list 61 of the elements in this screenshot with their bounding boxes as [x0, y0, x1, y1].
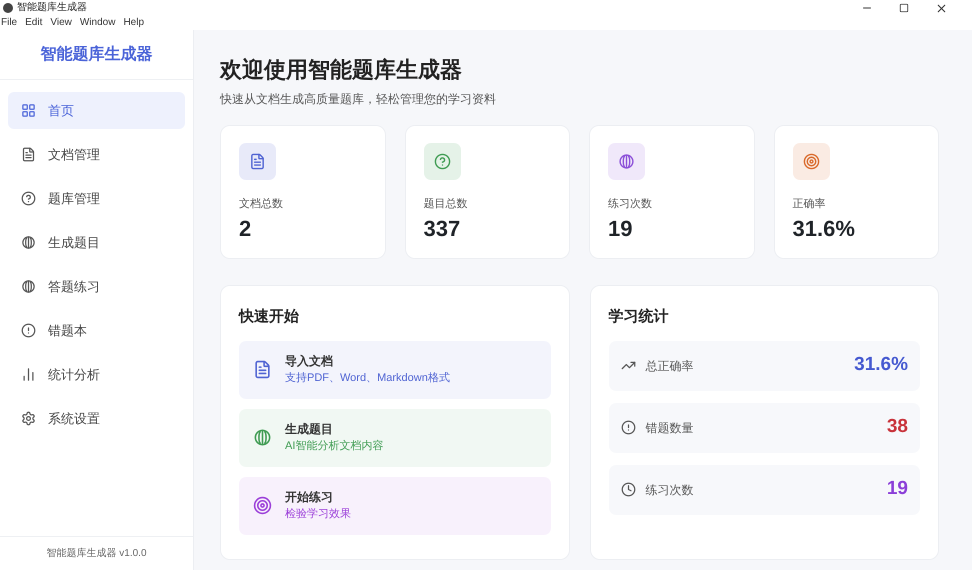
quick-action[interactable]: 开始练习 检验学习效果: [239, 476, 550, 534]
grid-icon: [21, 103, 36, 118]
target-icon: [802, 153, 820, 170]
stat-label: 题目总数: [424, 197, 468, 212]
stat-row-label: 总正确率: [646, 358, 694, 374]
panel-title: 快速开始: [239, 307, 300, 327]
quick-action[interactable]: 导入文档 支持PDF、Word、Markdown格式: [239, 340, 550, 398]
question-icon: [21, 191, 36, 206]
action-subtitle: 检验学习效果: [285, 507, 351, 522]
nav-item[interactable]: 题库管理: [8, 180, 185, 217]
quick-action[interactable]: 生成题目 AI智能分析文档内容: [239, 408, 550, 466]
question-icon: [434, 153, 450, 170]
stat-value: 337: [424, 214, 462, 242]
menu-item[interactable]: Edit: [25, 18, 42, 28]
stat-label: 文档总数: [239, 196, 284, 212]
action-subtitle: 支持PDF、Word、Markdown格式: [285, 371, 450, 386]
page-title: 欢迎使用智能题库生成器: [220, 56, 463, 84]
nav-item[interactable]: 答题练习: [8, 268, 185, 305]
stat-row-value: 31.6%: [854, 353, 908, 378]
stat-value: 19: [608, 214, 634, 242]
stat-label: 正确率: [792, 196, 826, 212]
nav-item[interactable]: 首页: [8, 92, 185, 129]
document-icon: [21, 147, 36, 162]
stat-row-label: 错题数量: [646, 420, 694, 436]
bar-chart-icon: [21, 367, 36, 382]
nav-item[interactable]: 错题本: [8, 312, 185, 349]
nav-item[interactable]: 系统设置: [8, 400, 185, 437]
stat-value: 31.6%: [792, 214, 856, 242]
action-title: 导入文档: [285, 353, 334, 370]
stat-label: 练习次数: [608, 197, 653, 212]
document-icon: [253, 360, 272, 379]
maximize-icon: [899, 3, 909, 13]
clock-icon: [620, 482, 636, 497]
action-title: 生成题目: [285, 421, 334, 438]
version-text: 智能题库生成器 v1.0.0: [46, 546, 147, 561]
settings-icon: [21, 411, 36, 426]
action-title: 开始练习: [285, 489, 334, 506]
sidebar-title: 智能题库生成器: [40, 44, 152, 64]
close-icon: [935, 2, 948, 14]
alert-icon: [21, 323, 36, 338]
stat-value: 2: [239, 214, 252, 242]
stat-row-value: 19: [886, 477, 908, 502]
menu-item[interactable]: View: [50, 18, 72, 28]
close-button[interactable]: [935, 2, 948, 14]
maximize-button[interactable]: [899, 3, 909, 13]
menu-item[interactable]: File: [1, 18, 18, 28]
action-subtitle: AI智能分析文档内容: [285, 438, 384, 454]
document-icon: [249, 153, 266, 170]
nav-item[interactable]: 生成题目: [8, 224, 185, 261]
stat-row-value: 38: [886, 415, 908, 440]
window-title: 智能题库生成器: [17, 3, 87, 13]
stat-row-label: 练习次数: [646, 482, 694, 498]
menu-item[interactable]: Window: [80, 18, 116, 28]
page-subtitle: 快速从文档生成高质量题库，轻松管理您的学习资料: [220, 91, 497, 108]
app-icon: [3, 3, 13, 13]
panel-title: 学习统计: [608, 307, 670, 327]
alert-icon: [620, 420, 636, 435]
nav-item[interactable]: 文档管理: [8, 136, 185, 173]
target-icon: [253, 496, 272, 515]
menu-item[interactable]: Help: [123, 18, 144, 28]
nav-item[interactable]: 统计分析: [8, 356, 185, 393]
